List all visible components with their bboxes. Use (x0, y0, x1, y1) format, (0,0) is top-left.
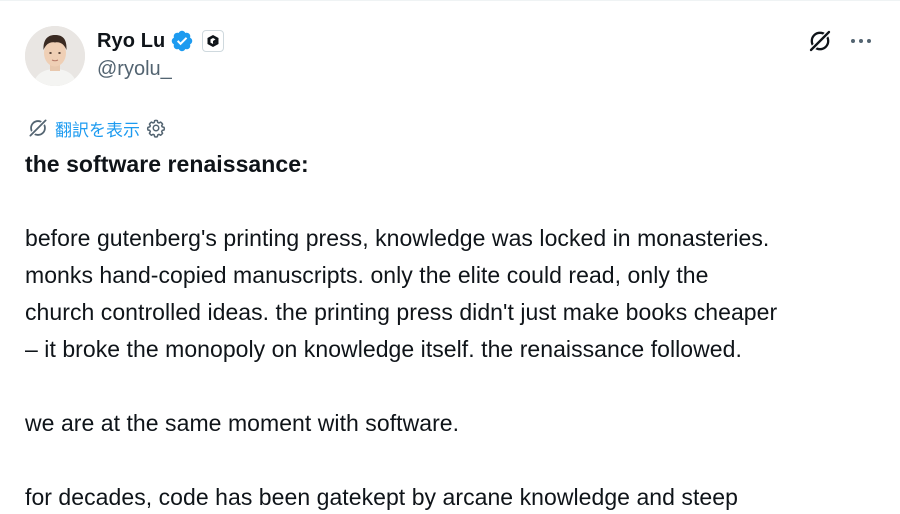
grok-button[interactable] (806, 27, 834, 55)
author-info: Ryo Lu @ryolu_ (97, 26, 225, 81)
post-paragraph-line: monks hand-copied manuscripts. only the … (25, 262, 709, 288)
grok-icon (28, 118, 48, 138)
author-name-row: Ryo Lu (97, 26, 225, 56)
affiliate-badge-icon[interactable] (202, 30, 225, 52)
post-paragraph-line: – it broke the monopoly on knowledge its… (25, 336, 742, 362)
post-paragraph: for decades, code has been gatekept by a… (25, 484, 738, 510)
post-paragraph-line: before gutenberg's printing press, knowl… (25, 225, 770, 251)
divider (0, 0, 900, 1)
avatar[interactable] (25, 26, 85, 86)
post-title: the software renaissance: (25, 151, 309, 177)
author-display-name[interactable]: Ryo Lu (97, 30, 165, 53)
post-card: Ryo Lu @ryolu_ 翻訳を表示 the software renais… (0, 0, 900, 514)
more-icon (851, 39, 871, 43)
grok-icon (808, 29, 832, 53)
post-paragraph-line: church controlled ideas. the printing pr… (25, 299, 778, 325)
gear-icon[interactable] (146, 118, 166, 138)
post-text: the software renaissance: before gutenbe… (25, 146, 885, 514)
post-paragraph: we are at the same moment with software. (25, 410, 460, 436)
author-handle[interactable]: @ryolu_ (97, 58, 224, 81)
cube-icon (207, 35, 219, 47)
more-button[interactable] (846, 27, 876, 55)
avatar-image (25, 26, 85, 86)
verified-badge-icon[interactable] (170, 29, 194, 53)
show-translation-link[interactable]: 翻訳を表示 (55, 116, 140, 141)
translate-row: 翻訳を表示 (27, 116, 166, 141)
